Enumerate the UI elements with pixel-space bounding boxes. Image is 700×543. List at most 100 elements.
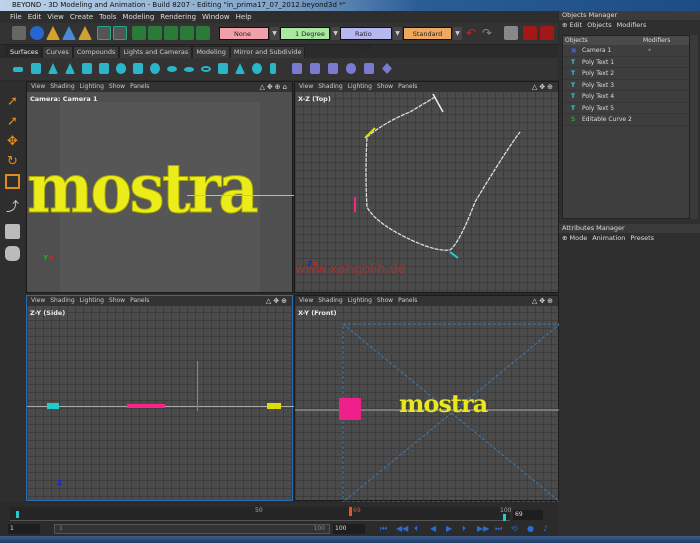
loft-icon[interactable] <box>310 63 320 74</box>
spike-icon[interactable] <box>235 63 245 74</box>
menu-help[interactable]: Help <box>236 13 252 21</box>
cone-icon[interactable] <box>65 63 75 74</box>
menu-modeling[interactable]: Modeling <box>122 13 154 21</box>
prev-key-icon[interactable]: ◀◀ <box>396 524 408 533</box>
list-item[interactable]: S Editable Curve 2 <box>563 114 689 126</box>
om-menu-objects[interactable]: Objects <box>587 21 612 29</box>
start-frame-input[interactable]: 1 <box>8 524 40 534</box>
plane-icon[interactable] <box>13 67 23 72</box>
menu-create[interactable]: Create <box>70 13 93 21</box>
vp-menu-view[interactable]: View <box>31 83 45 90</box>
rotate-icon[interactable]: ↻ <box>5 154 20 169</box>
tube-icon[interactable] <box>99 63 109 74</box>
range-start-marker[interactable] <box>16 511 19 518</box>
range-end-marker[interactable] <box>503 514 506 521</box>
am-menu-mode[interactable]: Mode <box>570 234 588 242</box>
render-to-viewer-icon[interactable] <box>540 26 554 40</box>
menu-view[interactable]: View <box>47 13 64 21</box>
col-modifiers[interactable]: Modifiers <box>643 36 670 45</box>
timeline-ruler[interactable]: 50 69 100 <box>10 507 511 521</box>
select-icon[interactable]: ➚ <box>5 94 20 109</box>
render-region-icon[interactable] <box>504 26 518 40</box>
face-icon[interactable] <box>78 26 92 40</box>
om-menu-modifiers[interactable]: Modifiers <box>617 21 647 29</box>
menu-tools[interactable]: Tools <box>99 13 116 21</box>
next-frame-icon[interactable]: ⏵ <box>462 524 466 534</box>
deform-icon[interactable] <box>132 26 146 40</box>
play-icon[interactable]: ▶ <box>446 524 452 533</box>
layers-icon[interactable] <box>12 26 26 40</box>
angle-snap-dropdown[interactable]: 1 Degree <box>280 27 330 40</box>
range-slider[interactable]: 1 100 <box>54 524 330 534</box>
text-shape-icon[interactable] <box>270 63 276 74</box>
viewport-camera[interactable]: View Shading Lighting Show Panels △✥⊕⌂ Camera… <box>26 81 294 293</box>
vp-menu-lighting[interactable]: Lighting <box>80 83 104 90</box>
sweep-icon[interactable] <box>346 63 356 74</box>
menu-window[interactable]: Window <box>202 13 230 21</box>
wave-icon[interactable] <box>164 26 178 40</box>
next-key-icon[interactable]: ▶▶ <box>477 524 489 533</box>
cube-icon[interactable] <box>31 63 41 74</box>
bulge-icon[interactable] <box>180 26 194 40</box>
current-frame-input[interactable]: 69 <box>513 510 543 520</box>
playhead[interactable] <box>349 507 352 516</box>
undo-icon[interactable]: ↶ <box>466 26 480 40</box>
edge-icon[interactable] <box>62 26 76 40</box>
list-item[interactable]: T Poly Text 3 <box>563 80 689 91</box>
list-item[interactable]: T Poly Text 2 <box>563 68 689 80</box>
local-axis-icon[interactable] <box>113 26 127 40</box>
angle-dropdown-arrow[interactable]: ▼ <box>331 27 340 40</box>
loop-icon[interactable]: ⟲ <box>511 524 518 533</box>
mode-dropdown[interactable]: Standard <box>403 27 452 40</box>
snap-dropdown-arrow[interactable]: ▼ <box>270 27 279 40</box>
scale-icon[interactable] <box>5 174 20 189</box>
menu-edit[interactable]: Edit <box>28 13 42 21</box>
capsule-icon[interactable] <box>116 63 126 74</box>
list-item[interactable]: T Poly Text 4 <box>563 91 689 103</box>
render-icon[interactable] <box>523 26 537 40</box>
viewport-top[interactable]: View Shading Lighting Show Panels △✥⊕ X-Z (To… <box>294 81 559 293</box>
lathe-icon[interactable] <box>328 63 338 74</box>
platonic-icon[interactable] <box>218 63 228 74</box>
record-icon[interactable]: ● <box>527 524 534 533</box>
am-menu-animation[interactable]: Animation <box>592 234 625 242</box>
viewport-nav-icons[interactable]: △✥⊕⌂ <box>259 82 289 92</box>
torus-icon[interactable] <box>167 66 177 72</box>
list-item[interactable]: T Poly Text 5 <box>563 103 689 114</box>
viewport-side[interactable]: View Shading Lighting Show Panels △✥⊕ Z-Y (Si… <box>26 295 294 501</box>
box-tool-icon[interactable] <box>5 224 20 239</box>
vp-menu-show[interactable]: Show <box>109 83 125 90</box>
sphere-icon[interactable] <box>30 26 44 40</box>
scene-text-3d[interactable]: mostra <box>27 149 260 230</box>
extrude-icon[interactable] <box>292 63 302 74</box>
pyramid-icon[interactable] <box>48 63 58 74</box>
sphere-shape-icon[interactable] <box>150 63 160 74</box>
vp-menu-shading[interactable]: Shading <box>50 83 74 90</box>
bend-icon[interactable] <box>148 26 162 40</box>
list-item[interactable]: T Poly Text 1 <box>563 57 689 68</box>
teapot-icon[interactable] <box>252 63 262 74</box>
vp-menu-lighting[interactable]: Lighting <box>80 297 104 304</box>
cylinder-icon[interactable] <box>82 63 92 74</box>
go-end-icon[interactable]: ⏭ <box>495 524 502 534</box>
go-start-icon[interactable]: ⏮ <box>380 524 387 534</box>
viewport-front[interactable]: View Shading Lighting Show Panels △✥⊕ X-Y (Fr… <box>294 295 560 502</box>
oil-tank-icon[interactable] <box>133 63 143 74</box>
prev-frame-icon[interactable]: ⏴ <box>414 524 418 534</box>
ratio-dropdown[interactable]: Ratio 0.001 <box>340 27 392 51</box>
vp-menu-panels[interactable]: Panels <box>130 83 149 90</box>
mode-dropdown-arrow[interactable]: ▼ <box>453 27 462 40</box>
bevel-icon[interactable] <box>364 63 374 74</box>
vertex-icon[interactable] <box>46 26 60 40</box>
am-menu-presets[interactable]: Presets <box>630 234 654 242</box>
vp-menu-shading[interactable]: Shading <box>50 297 74 304</box>
star-icon[interactable] <box>382 63 392 74</box>
end-frame-input[interactable]: 100 <box>333 524 365 534</box>
vp-menu-view[interactable]: View <box>31 297 45 304</box>
axis-icon[interactable] <box>97 26 111 40</box>
ratio-dropdown-arrow[interactable]: ▼ <box>393 27 402 40</box>
vp-menu-panels[interactable]: Panels <box>130 297 149 304</box>
redo-icon[interactable]: ↷ <box>482 26 496 40</box>
viewport-nav-icons[interactable]: △✥⊕ <box>266 296 289 306</box>
rect-select-icon[interactable]: ➚ <box>5 114 20 129</box>
